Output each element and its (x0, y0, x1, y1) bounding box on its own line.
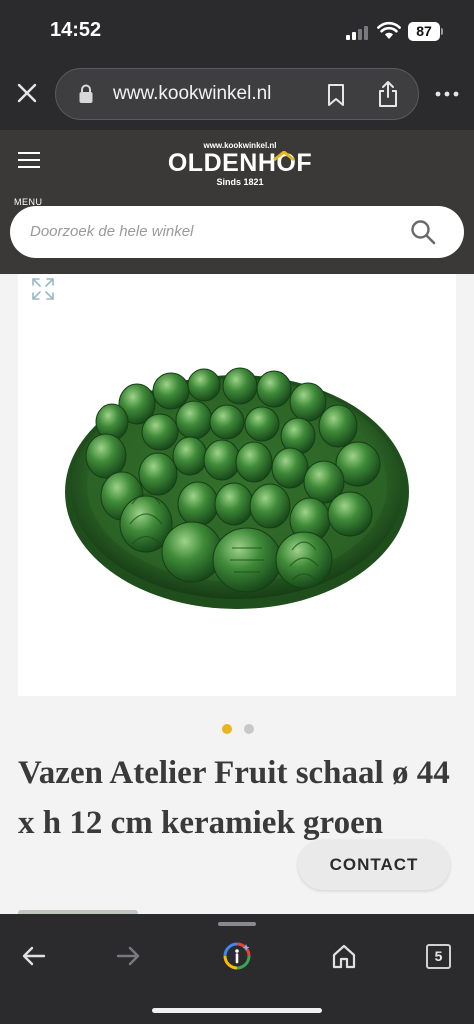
search-input[interactable]: Doorzoek de hele winkel (10, 206, 464, 258)
tabs-button[interactable]: 5 (426, 944, 451, 969)
bookmark-icon[interactable] (326, 83, 346, 107)
product-image-gallery[interactable] (18, 274, 456, 696)
screen: 14:52 87 www.kookwinkel.nl MENU www.kook… (0, 0, 474, 1024)
logo-name: OLDENHOF (167, 149, 313, 177)
search-icon[interactable] (410, 219, 436, 245)
product-title: Vazen Atelier Fruit schaal ø 44 x h 12 c… (18, 755, 450, 841)
battery-icon: 87 (408, 22, 440, 41)
home-icon[interactable] (330, 942, 358, 970)
address-bar[interactable]: www.kookwinkel.nl (55, 68, 419, 120)
lock-icon (79, 84, 93, 103)
google-assistant-icon[interactable] (223, 942, 251, 970)
gallery-dot[interactable] (244, 724, 254, 734)
logo-roof-icon (273, 151, 295, 161)
url-text: www.kookwinkel.nl (113, 83, 272, 104)
home-indicator (152, 1008, 322, 1013)
close-icon[interactable] (14, 80, 40, 106)
logo-since: Sinds 1821 (216, 177, 264, 187)
browser-url-row: www.kookwinkel.nl (0, 62, 474, 130)
status-time: 14:52 (50, 19, 102, 41)
share-icon[interactable] (376, 80, 400, 108)
forward-arrow-icon[interactable] (114, 942, 142, 970)
browser-toolbar: 5 (0, 914, 474, 1024)
site-logo[interactable]: www.kookwinkel.nl OLDENHOF Sinds 1821 (160, 140, 320, 198)
cellular-signal-icon (346, 24, 370, 40)
menu-button[interactable]: MENU (12, 150, 46, 207)
gallery-pagination (222, 724, 262, 734)
back-arrow-icon[interactable] (20, 942, 48, 970)
wifi-icon (377, 21, 401, 39)
more-icon[interactable] (434, 84, 460, 104)
product-image (65, 367, 409, 609)
product-content: Vazen Atelier Fruit schaal ø 44 x h 12 c… (0, 274, 474, 914)
gallery-dot[interactable] (222, 724, 232, 734)
toolbar-handle[interactable] (218, 922, 256, 926)
search-placeholder: Doorzoek de hele winkel (30, 223, 194, 240)
expand-icon[interactable] (30, 276, 56, 302)
battery-cap (441, 28, 443, 35)
site-header: MENU www.kookwinkel.nl OLDENHOF Sinds 18… (0, 130, 474, 274)
status-bar: 14:52 87 (0, 0, 474, 62)
contact-button[interactable]: CONTACT (298, 840, 450, 890)
